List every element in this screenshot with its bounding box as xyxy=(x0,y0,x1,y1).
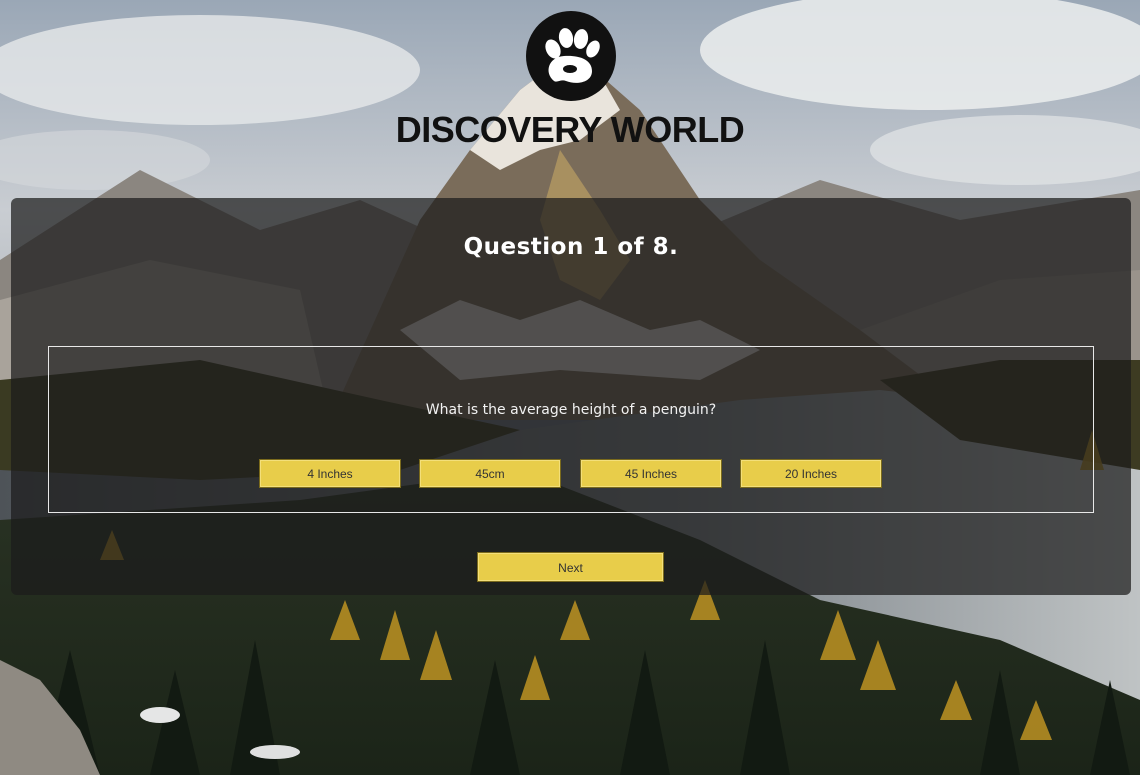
answer-option-button[interactable]: 45 Inches xyxy=(580,459,722,488)
brand-logo[interactable]: DISCOVERY WORLD xyxy=(0,10,1140,150)
quiz-panel: Question 1 of 8. What is the average hei… xyxy=(11,198,1131,595)
paw-icon xyxy=(526,11,616,101)
question-card: What is the average height of a penguin?… xyxy=(48,346,1094,513)
question-counter-heading: Question 1 of 8. xyxy=(463,234,679,260)
answer-option-button[interactable]: 45cm xyxy=(419,459,561,488)
answer-option-button[interactable]: 20 Inches xyxy=(740,459,882,488)
next-button[interactable]: Next xyxy=(477,552,664,582)
answer-option-button[interactable]: 4 Inches xyxy=(259,459,401,488)
question-text: What is the average height of a penguin? xyxy=(425,402,717,418)
answer-options: 4 Inches 45cm 45 Inches 20 Inches xyxy=(259,459,889,489)
brand-name: DISCOVERY WORLD xyxy=(395,109,745,150)
